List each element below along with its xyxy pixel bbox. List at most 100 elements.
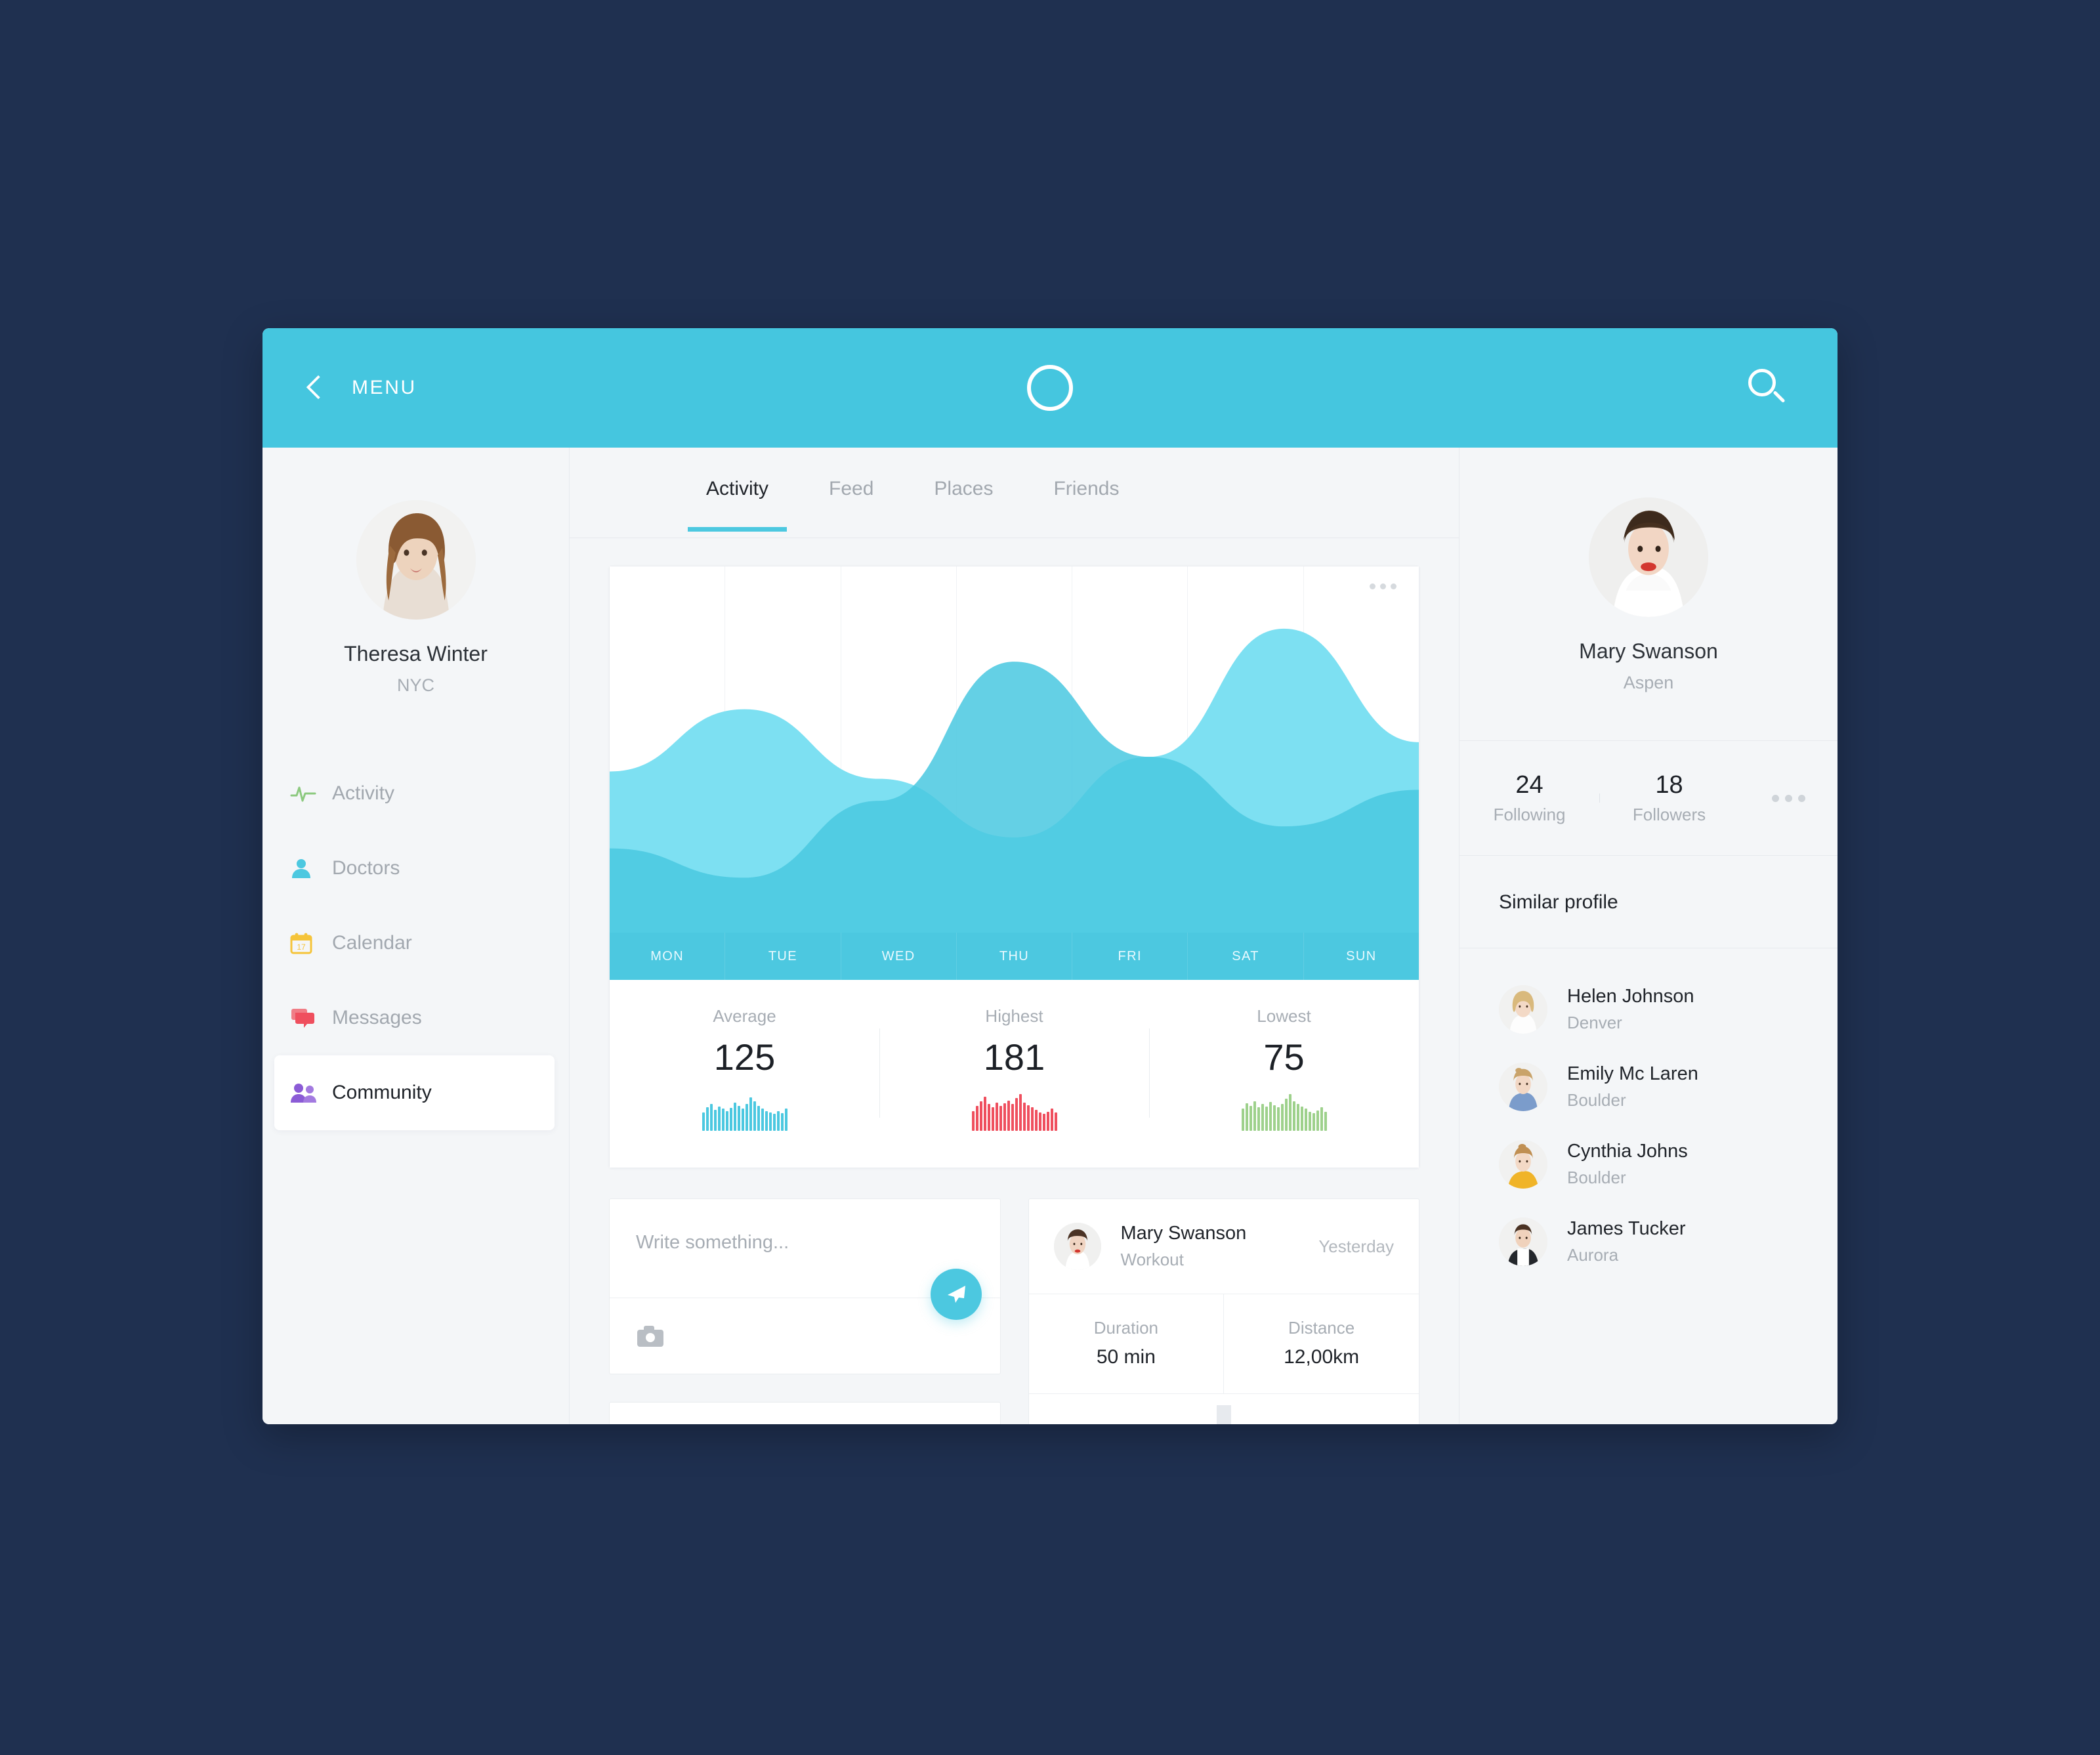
search-icon[interactable]	[1746, 368, 1786, 408]
sparkline-bar	[991, 1107, 994, 1131]
sparkline-bar	[1300, 1106, 1303, 1131]
friend-name: James Tucker	[1567, 1218, 1686, 1239]
stat-label: Highest	[985, 1006, 1043, 1026]
send-icon	[947, 1286, 965, 1303]
sparkline-bar	[737, 1105, 740, 1131]
sparkline-bar	[1272, 1105, 1276, 1131]
tab-places[interactable]: Places	[934, 478, 993, 532]
sidebar-item-label: Doctors	[332, 857, 400, 879]
chevron-left-icon	[303, 377, 326, 399]
stat-key: Duration	[1093, 1318, 1159, 1338]
send-button[interactable]	[930, 1269, 982, 1320]
sparkline-bar	[1007, 1100, 1010, 1131]
sparkline-bar	[753, 1101, 756, 1131]
followers-label: Followers	[1632, 805, 1706, 824]
friend-meta: Emily Mc Laren Boulder	[1567, 1063, 1698, 1110]
sparkline-bar	[784, 1109, 788, 1131]
tab-feed[interactable]: Feed	[829, 478, 873, 532]
similar-profile-list: Helen Johnson Denver Emily Mc Laren Boulder…	[1460, 948, 1838, 1280]
right-profile: Mary Swanson Aspen	[1460, 448, 1838, 740]
stat-key: Distance	[1288, 1318, 1355, 1338]
sparkline-bar	[983, 1096, 986, 1131]
tab-friends[interactable]: Friends	[1053, 478, 1119, 532]
sparkline-bar	[702, 1112, 705, 1131]
friend-meta: James Tucker Aurora	[1567, 1218, 1686, 1265]
post-bar	[1216, 1405, 1231, 1424]
list-item[interactable]: Emily Mc Laren Boulder	[1460, 1048, 1838, 1126]
activity-chart-card: MON TUE WED THU FRI SAT SUN Average 125 Highest 1…	[609, 566, 1419, 1168]
sparkline-bar	[1276, 1107, 1280, 1131]
stat-sparkline	[1222, 1093, 1347, 1131]
sparkline-bar	[768, 1112, 772, 1131]
avatar	[1499, 1140, 1547, 1189]
sparkline-bar	[705, 1107, 709, 1131]
list-item[interactable]: Helen Johnson Denver	[1460, 971, 1838, 1048]
post-card: Mary Swanson Workout Yesterday Duration …	[1028, 1198, 1419, 1424]
sparkline-bar	[1265, 1106, 1268, 1131]
list-item[interactable]: James Tucker Aurora	[1460, 1203, 1838, 1280]
page-title: Theresa Winter	[344, 642, 488, 666]
sparkline-bar	[995, 1103, 998, 1131]
sparkline-bar	[729, 1108, 732, 1131]
sparkline-bar	[745, 1104, 748, 1131]
sidebar-item-calendar[interactable]: 17 Calendar	[262, 906, 569, 981]
chart-x-tick: SUN	[1346, 948, 1377, 963]
sidebar-item-doctors[interactable]: Doctors	[262, 831, 569, 906]
avatar	[1589, 497, 1708, 617]
sparkline-bar	[975, 1105, 978, 1131]
app-window: MENU Theresa Winter NYC Activity Doctors…	[262, 328, 1838, 1424]
sidebar-item-label: Messages	[332, 1007, 422, 1028]
sparkline-bar	[1312, 1113, 1315, 1131]
composer-placeholder: Write something...	[636, 1232, 789, 1253]
composer-input-area[interactable]: Write something...	[610, 1199, 1000, 1320]
body-row: Theresa Winter NYC Activity Doctors 17 C…	[262, 448, 1838, 1424]
friend-name: Emily Mc Laren	[1567, 1063, 1698, 1084]
sparkline-bar	[1018, 1094, 1022, 1131]
profile-city: Aspen	[1623, 673, 1674, 692]
sidebar-item-label: Community	[332, 1082, 432, 1103]
stat-value: 181	[983, 1036, 1045, 1078]
friend-meta: Cynthia Johns Boulder	[1567, 1141, 1688, 1188]
bottom-row: Write something... Mary Swanson Workout …	[609, 1198, 1419, 1424]
sparkline-bar	[780, 1113, 784, 1131]
sidebar-item-community[interactable]: Community	[274, 1055, 555, 1130]
chart-x-tick: MON	[610, 933, 726, 980]
more-horizontal-icon[interactable]	[1370, 583, 1396, 589]
sidebar-item-activity[interactable]: Activity	[262, 756, 569, 831]
circle-logo-icon	[1027, 365, 1073, 411]
post-meta: Mary Swanson Workout	[1121, 1223, 1319, 1270]
sparkline-bar	[1324, 1112, 1327, 1131]
friend-meta: Helen Johnson Denver	[1567, 986, 1694, 1033]
sparkline-bar	[1245, 1103, 1248, 1131]
sparkline-bar	[1054, 1112, 1057, 1131]
left-sidebar: Theresa Winter NYC Activity Doctors 17 C…	[262, 448, 570, 1424]
sidebar-item-label: Calendar	[332, 932, 412, 954]
chart-x-tick: FRI	[1072, 933, 1188, 980]
tab-bar: Activity Feed Places Friends	[570, 448, 1459, 538]
profile-city: NYC	[396, 675, 434, 695]
sparkline-bar	[1050, 1109, 1053, 1131]
menu-button[interactable]: MENU	[303, 377, 417, 399]
tab-label: Activity	[706, 478, 769, 499]
followers-stat[interactable]: 18 Followers	[1599, 771, 1739, 825]
following-stat[interactable]: 24 Following	[1460, 771, 1599, 825]
sparkline-bar	[1308, 1112, 1311, 1131]
sparkline-bar	[725, 1110, 728, 1131]
sidebar-item-messages[interactable]: Messages	[262, 981, 569, 1055]
more-horizontal-icon[interactable]	[1739, 794, 1838, 802]
sparkline-bar	[733, 1103, 736, 1131]
sparkline-bar	[1046, 1112, 1049, 1131]
stat-sparkline	[952, 1093, 1077, 1131]
tab-activity[interactable]: Activity	[687, 478, 788, 532]
stat-value: 125	[713, 1036, 776, 1078]
chat-icon	[290, 1007, 327, 1028]
sparkline-bar	[717, 1106, 721, 1131]
post-timestamp: Yesterday	[1318, 1236, 1394, 1256]
list-item[interactable]: Cynthia Johns Boulder	[1460, 1126, 1838, 1203]
camera-icon[interactable]	[637, 1325, 663, 1347]
sparkline-bar	[1316, 1110, 1319, 1131]
sparkline-bar	[979, 1101, 982, 1131]
chart-svg	[610, 628, 1419, 933]
composer-card: Write something...	[609, 1198, 1001, 1374]
menu-label: MENU	[352, 377, 417, 398]
